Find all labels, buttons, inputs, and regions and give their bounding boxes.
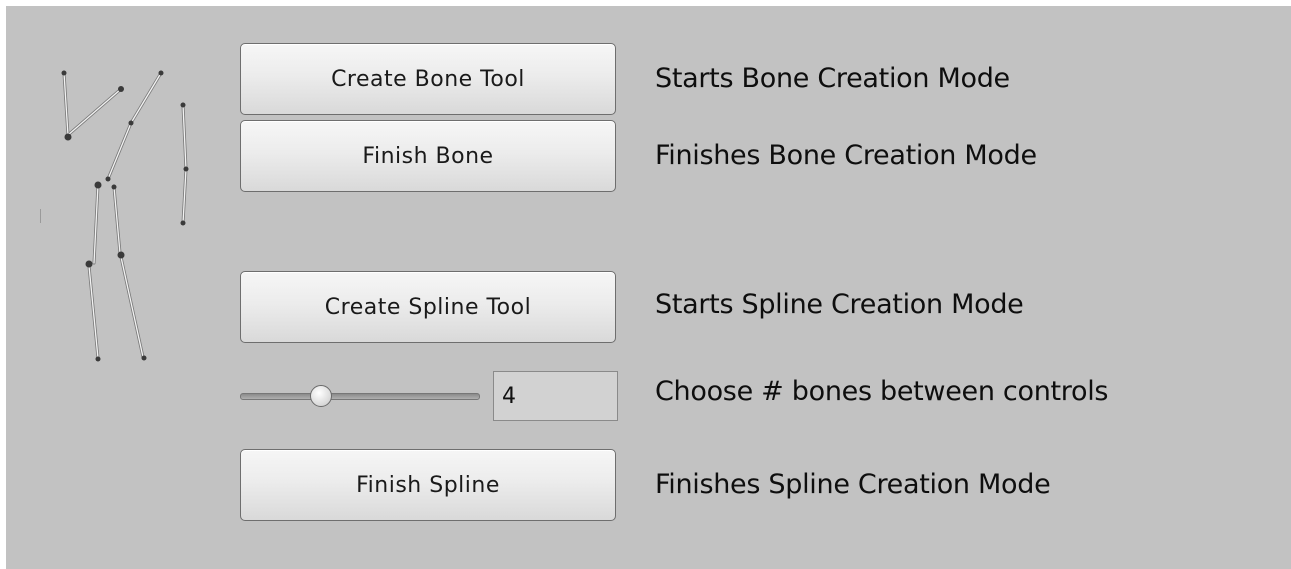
- bone-count-description: Choose # bones between controls: [655, 376, 1109, 407]
- finish-bone-description: Finishes Bone Creation Mode: [655, 140, 1037, 171]
- finish-bone-button[interactable]: Finish Bone: [240, 120, 616, 192]
- create-bone-tool-button[interactable]: Create Bone Tool: [240, 43, 616, 115]
- tool-panel: Create Bone Tool Starts Bone Creation Mo…: [6, 6, 1291, 569]
- create-spline-tool-button[interactable]: Create Spline Tool: [240, 271, 616, 343]
- bone-count-field[interactable]: [493, 371, 618, 421]
- create-spline-description: Starts Spline Creation Mode: [655, 289, 1024, 320]
- slider-thumb[interactable]: [310, 385, 332, 407]
- skeleton-illustration-icon: [40, 70, 189, 362]
- slider-track[interactable]: [240, 393, 480, 400]
- bone-count-slider[interactable]: [240, 384, 480, 408]
- create-bone-description: Starts Bone Creation Mode: [655, 63, 1010, 94]
- finish-spline-description: Finishes Spline Creation Mode: [655, 469, 1051, 500]
- finish-spline-button[interactable]: Finish Spline: [240, 449, 616, 521]
